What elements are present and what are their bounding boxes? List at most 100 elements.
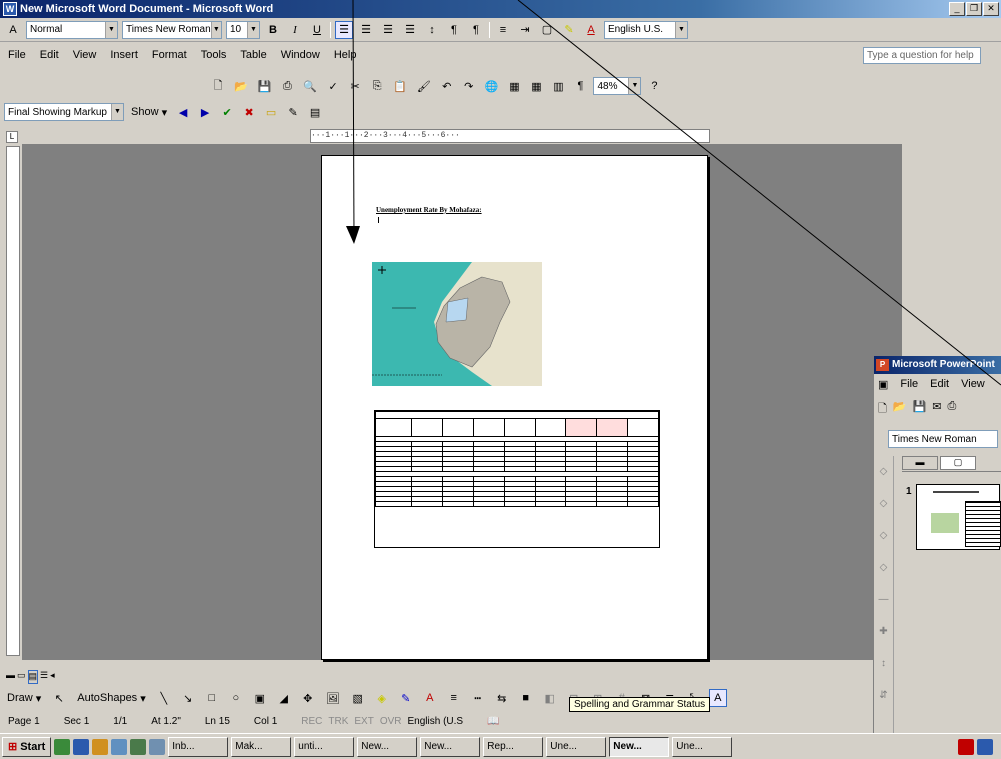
- ppt-side-icon[interactable]: ⇵: [874, 680, 893, 712]
- web-view-icon[interactable]: ▭: [17, 670, 26, 684]
- indent-icon[interactable]: ⇥: [516, 21, 534, 39]
- insert-table-icon[interactable]: ▦: [527, 77, 545, 95]
- rtl-icon[interactable]: ¶: [467, 21, 485, 39]
- align-center-icon[interactable]: ☰: [357, 21, 375, 39]
- columns-icon[interactable]: ▥: [549, 77, 567, 95]
- ppt-side-icon[interactable]: ◇: [874, 488, 893, 520]
- line-style-icon[interactable]: ≡: [445, 689, 463, 707]
- cut-icon[interactable]: ✂: [346, 77, 364, 95]
- ppt-menu-file[interactable]: File: [900, 378, 918, 391]
- border-icon[interactable]: ▢: [538, 21, 556, 39]
- paste-icon[interactable]: 📋: [390, 77, 410, 95]
- media-icon[interactable]: [111, 738, 128, 755]
- quicklaunch-icon[interactable]: [130, 738, 147, 755]
- language-combo[interactable]: English U.S. ▼: [604, 20, 688, 39]
- scroll-left-icon[interactable]: ◂: [50, 670, 55, 684]
- new-comment-icon[interactable]: ▭: [262, 103, 280, 121]
- show-menu-button[interactable]: Show ▾: [128, 103, 170, 121]
- highlight-icon[interactable]: ✎: [560, 21, 578, 39]
- task-button-active[interactable]: New...: [609, 736, 670, 757]
- arrow-style-icon[interactable]: ⇆: [493, 689, 511, 707]
- line-icon[interactable]: ╲: [155, 689, 173, 707]
- show-hide-icon[interactable]: ¶: [571, 77, 589, 95]
- print-icon[interactable]: ⎙: [278, 77, 296, 95]
- quicklaunch-icon[interactable]: [149, 738, 166, 755]
- style-combo[interactable]: Normal ▼: [26, 20, 118, 39]
- accept-change-icon[interactable]: ✔: [218, 103, 236, 121]
- oval-icon[interactable]: ○: [227, 689, 245, 707]
- justify-icon[interactable]: ☰: [401, 21, 419, 39]
- undo-icon[interactable]: ↶: [438, 77, 456, 95]
- tab-selector-icon[interactable]: L: [6, 131, 18, 143]
- task-button[interactable]: New...: [420, 736, 481, 757]
- menu-table[interactable]: Table: [240, 49, 266, 61]
- align-right-icon[interactable]: ☰: [379, 21, 397, 39]
- menu-edit[interactable]: Edit: [40, 49, 59, 61]
- numbering-icon[interactable]: ≡: [494, 21, 512, 39]
- zoom-combo[interactable]: 48% ▼: [593, 77, 642, 95]
- ppt-email-icon[interactable]: ✉: [932, 400, 941, 419]
- status-ext[interactable]: EXT: [354, 716, 373, 727]
- outline-tab[interactable]: ▬: [902, 456, 938, 470]
- status-ovr[interactable]: OVR: [380, 716, 402, 727]
- document-page[interactable]: Unemployment Rate By Mohafaza:: [321, 155, 708, 660]
- task-button[interactable]: Rep...: [483, 736, 544, 757]
- powerpoint-window[interactable]: Microsoft PowerPoint P ▣ File Edit View …: [873, 356, 1001, 759]
- format-painter-icon[interactable]: 🖌: [414, 77, 434, 95]
- textbox-icon[interactable]: ▣: [251, 689, 269, 707]
- ppt-new-icon[interactable]: 🗋: [878, 400, 887, 419]
- picture-icon[interactable]: ▧: [349, 689, 367, 707]
- new-document-icon[interactable]: 🗋: [209, 77, 227, 95]
- menu-insert[interactable]: Insert: [110, 49, 138, 61]
- ppt-side-icon[interactable]: ✚: [874, 616, 893, 648]
- show-desktop-icon[interactable]: [54, 738, 71, 755]
- draw-menu[interactable]: Draw ▾: [4, 689, 44, 707]
- font-combo[interactable]: Times New Roman ▼: [122, 20, 222, 39]
- spelling-status-icon[interactable]: 📖: [487, 716, 499, 727]
- copy-icon[interactable]: ⎘: [368, 77, 386, 95]
- start-button[interactable]: ⊞ Start: [2, 736, 52, 757]
- track-changes-icon[interactable]: ✎: [284, 103, 302, 121]
- ppt-open-icon[interactable]: 📂: [893, 400, 907, 419]
- task-button[interactable]: Mak...: [231, 736, 292, 757]
- ltr-icon[interactable]: ¶: [445, 21, 463, 39]
- internet-explorer-icon[interactable]: [73, 738, 90, 755]
- task-button[interactable]: unti...: [294, 736, 355, 757]
- slide-thumbnail[interactable]: [916, 484, 1001, 550]
- bold-icon[interactable]: B: [264, 21, 282, 39]
- horizontal-ruler[interactable]: ···1···1···2···3···4···5···6···: [310, 129, 710, 143]
- ppt-side-icon[interactable]: ◇: [874, 520, 893, 552]
- ppt-font-combo[interactable]: Times New Roman: [888, 430, 998, 448]
- task-button[interactable]: New...: [357, 736, 418, 757]
- text-box-format-icon[interactable]: A: [708, 689, 727, 707]
- select-objects-icon[interactable]: ↖: [50, 689, 68, 707]
- ppt-side-icon[interactable]: ↕: [874, 648, 893, 680]
- menu-view[interactable]: View: [73, 49, 97, 61]
- menu-file[interactable]: File: [8, 49, 26, 61]
- menu-format[interactable]: Format: [152, 49, 187, 61]
- diagram-icon[interactable]: ✥: [299, 689, 317, 707]
- clipart-icon[interactable]: 🖼: [323, 689, 343, 707]
- wordart-icon[interactable]: ◢: [275, 689, 293, 707]
- spelling-icon[interactable]: ✓: [324, 77, 342, 95]
- next-change-icon[interactable]: ▶: [196, 103, 214, 121]
- menu-help[interactable]: Help: [334, 49, 357, 61]
- shadow-icon[interactable]: ■: [517, 689, 535, 707]
- previous-change-icon[interactable]: ◀: [174, 103, 192, 121]
- 3d-icon[interactable]: ◧: [541, 689, 559, 707]
- minimize-button[interactable]: _: [949, 2, 965, 16]
- tray-icon[interactable]: [977, 738, 993, 755]
- print-layout-icon[interactable]: ▤: [27, 670, 39, 684]
- styles-pane-icon[interactable]: A: [4, 21, 22, 39]
- font-color-icon[interactable]: A: [582, 21, 600, 39]
- display-for-review-combo[interactable]: Final Showing Markup ▼: [4, 103, 124, 121]
- ppt-side-icon[interactable]: ◇: [874, 552, 893, 584]
- line-spacing-icon[interactable]: ↕: [423, 21, 441, 39]
- redo-icon[interactable]: ↷: [460, 77, 478, 95]
- ppt-side-icon[interactable]: ◇: [874, 456, 893, 488]
- close-button[interactable]: ✕: [983, 2, 999, 16]
- outline-view-icon[interactable]: ☰: [40, 670, 48, 684]
- hyperlink-icon[interactable]: 🌐: [482, 77, 502, 95]
- ppt-save-icon[interactable]: 💾: [913, 400, 927, 419]
- italic-icon[interactable]: I: [286, 21, 304, 39]
